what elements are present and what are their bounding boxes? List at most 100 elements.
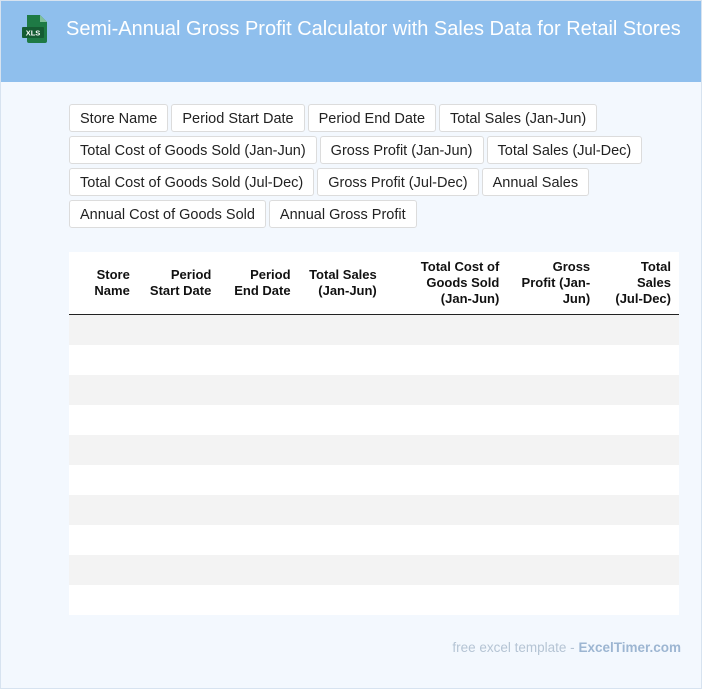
table-row: [69, 585, 679, 615]
table-cell[interactable]: [598, 525, 679, 555]
table-cell[interactable]: [384, 435, 508, 465]
table-cell[interactable]: [298, 585, 385, 615]
table-cell[interactable]: [298, 465, 385, 495]
table-cell[interactable]: [384, 465, 508, 495]
table-cell[interactable]: [219, 405, 299, 435]
column-header[interactable]: Total Sales (Jan-Jun): [298, 252, 385, 315]
table-cell[interactable]: [69, 314, 138, 345]
table-row: [69, 314, 679, 345]
table-cell[interactable]: [69, 375, 138, 405]
table-cell[interactable]: [384, 585, 508, 615]
table-cell[interactable]: [69, 555, 138, 585]
table-cell[interactable]: [69, 525, 138, 555]
table-cell[interactable]: [384, 314, 508, 345]
table-cell[interactable]: [137, 435, 220, 465]
table-cell[interactable]: [219, 525, 299, 555]
table-cell[interactable]: [507, 585, 599, 615]
table-cell[interactable]: [507, 314, 599, 345]
field-chip[interactable]: Gross Profit (Jan-Jun): [319, 136, 484, 164]
table-cell[interactable]: [69, 465, 138, 495]
field-chip[interactable]: Period End Date: [307, 104, 437, 132]
table-cell[interactable]: [298, 345, 385, 375]
table-cell[interactable]: [219, 465, 299, 495]
table-cell[interactable]: [219, 375, 299, 405]
table-cell[interactable]: [137, 525, 220, 555]
table-cell[interactable]: [507, 495, 599, 525]
header-banner: XLS Semi-Annual Gross Profit Calculator …: [1, 1, 701, 82]
field-chip[interactable]: Period Start Date: [171, 104, 305, 132]
column-header[interactable]: Store Name: [69, 252, 138, 315]
table-cell[interactable]: [507, 405, 599, 435]
table-cell[interactable]: [384, 345, 508, 375]
table-cell[interactable]: [298, 555, 385, 585]
column-header[interactable]: Period Start Date: [137, 252, 220, 315]
table-row: [69, 465, 679, 495]
field-chip[interactable]: Total Cost of Goods Sold (Jul-Dec): [69, 168, 315, 196]
table-cell[interactable]: [507, 435, 599, 465]
field-chip[interactable]: Annual Sales: [481, 168, 590, 196]
table-cell[interactable]: [384, 495, 508, 525]
table-row: [69, 495, 679, 525]
table-cell[interactable]: [598, 405, 679, 435]
table-cell[interactable]: [384, 405, 508, 435]
table-cell[interactable]: [69, 495, 138, 525]
column-header[interactable]: Period End Date: [219, 252, 299, 315]
table-cell[interactable]: [598, 375, 679, 405]
table-cell[interactable]: [69, 435, 138, 465]
table-cell[interactable]: [219, 345, 299, 375]
column-header[interactable]: Total Cost of Goods Sold (Jan-Jun): [384, 252, 508, 315]
table-cell[interactable]: [298, 405, 385, 435]
table-cell[interactable]: [69, 585, 138, 615]
table-cell[interactable]: [507, 375, 599, 405]
footer-brand-link[interactable]: ExcelTimer.com: [578, 640, 681, 655]
column-header[interactable]: Total Sales (Jul-Dec): [598, 252, 679, 315]
table-cell[interactable]: [598, 555, 679, 585]
table-cell[interactable]: [137, 555, 220, 585]
table-cell[interactable]: [598, 495, 679, 525]
table-cell[interactable]: [384, 555, 508, 585]
table-cell[interactable]: [507, 525, 599, 555]
field-chip[interactable]: Store Name: [69, 104, 169, 132]
data-table: Store Name Period Start Date Period End Da…: [69, 252, 679, 615]
table-cell[interactable]: [137, 314, 220, 345]
field-chip[interactable]: Gross Profit (Jul-Dec): [317, 168, 479, 196]
table-cell[interactable]: [219, 555, 299, 585]
table-cell[interactable]: [507, 345, 599, 375]
table-cell[interactable]: [137, 345, 220, 375]
table-cell[interactable]: [137, 375, 220, 405]
field-chip[interactable]: Annual Gross Profit: [268, 200, 417, 228]
table-cell[interactable]: [298, 525, 385, 555]
table-cell[interactable]: [384, 375, 508, 405]
field-chip[interactable]: Total Sales (Jul-Dec): [486, 136, 643, 164]
data-table-container[interactable]: Store Name Period Start Date Period End Da…: [69, 252, 679, 615]
table-cell[interactable]: [219, 314, 299, 345]
table-cell[interactable]: [298, 495, 385, 525]
table-row: [69, 405, 679, 435]
field-chip[interactable]: Annual Cost of Goods Sold: [69, 200, 266, 228]
table-cell[interactable]: [598, 345, 679, 375]
field-chip[interactable]: Total Sales (Jan-Jun): [439, 104, 598, 132]
table-cell[interactable]: [598, 585, 679, 615]
table-cell[interactable]: [598, 314, 679, 345]
table-cell[interactable]: [298, 375, 385, 405]
table-cell[interactable]: [219, 435, 299, 465]
column-header[interactable]: Gross Profit (Jan-Jun): [507, 252, 599, 315]
table-cell[interactable]: [137, 405, 220, 435]
table-cell[interactable]: [137, 465, 220, 495]
table-cell[interactable]: [69, 345, 138, 375]
table-cell[interactable]: [598, 465, 679, 495]
table-header-row: Store Name Period Start Date Period End Da…: [69, 252, 679, 315]
table-cell[interactable]: [137, 585, 220, 615]
table-cell[interactable]: [598, 435, 679, 465]
table-cell[interactable]: [219, 495, 299, 525]
footer-prefix: free excel template -: [452, 640, 579, 655]
table-cell[interactable]: [69, 405, 138, 435]
table-cell[interactable]: [298, 314, 385, 345]
table-cell[interactable]: [507, 465, 599, 495]
table-cell[interactable]: [507, 555, 599, 585]
table-cell[interactable]: [384, 525, 508, 555]
field-chip[interactable]: Total Cost of Goods Sold (Jan-Jun): [69, 136, 317, 164]
table-cell[interactable]: [219, 585, 299, 615]
table-cell[interactable]: [298, 435, 385, 465]
table-cell[interactable]: [137, 495, 220, 525]
